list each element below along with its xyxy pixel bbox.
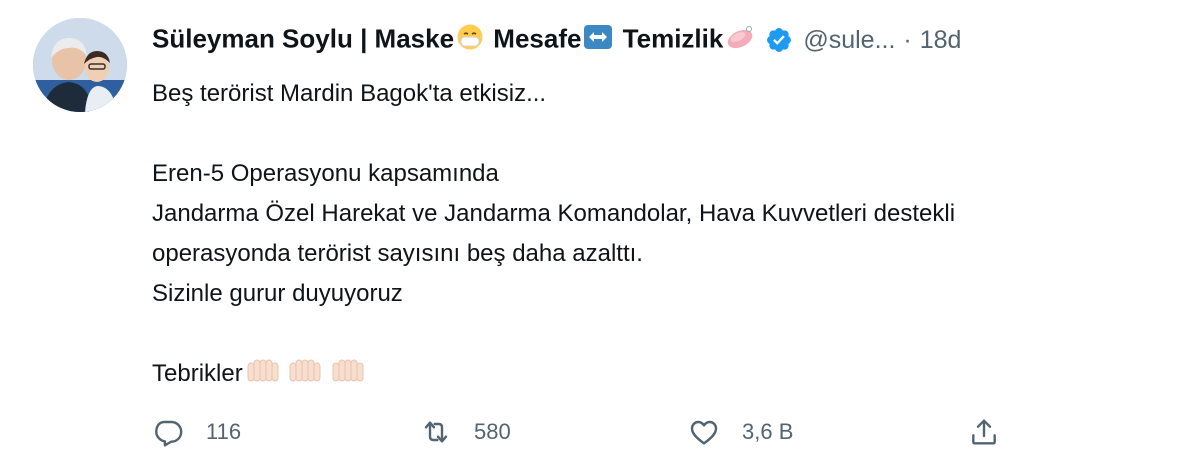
tweet-text: Beş terörist Mardin Bagok'ta etkisiz... … <box>152 74 1152 394</box>
retweet-button[interactable]: 580 <box>420 410 511 454</box>
heart-icon <box>690 420 718 445</box>
left-right-arrow-emoji <box>583 23 613 58</box>
reply-button[interactable]: 116 <box>152 410 241 454</box>
user-handle[interactable]: @sule... <box>803 26 895 55</box>
verified-badge-icon <box>765 26 793 54</box>
share-icon <box>972 419 996 445</box>
text-line: Jandarma Özel Harekat ve Jandarma Komand… <box>152 200 956 227</box>
mask-emoji <box>456 23 484 58</box>
text-line: Beş terörist Mardin Bagok'ta etkisiz... <box>152 80 547 107</box>
tweet-actions: 116 580 3,6 B <box>152 410 1012 454</box>
congrats-text: Tebrikler <box>152 360 243 387</box>
separator-dot: · <box>903 25 912 54</box>
text-line: Eren-5 Operasyonu kapsamında <box>152 160 499 187</box>
like-count: 3,6 B <box>742 419 794 444</box>
like-button[interactable]: 3,6 B <box>688 410 793 454</box>
reply-count: 116 <box>206 419 242 444</box>
clapping-hands-icon <box>247 359 279 382</box>
text-line: operasyonda terörist sayısını beş daha a… <box>152 240 643 267</box>
clapping-hands-emoji-group <box>245 357 366 400</box>
soap-emoji <box>725 23 755 58</box>
avatar[interactable] <box>33 18 127 112</box>
display-name[interactable]: Süleyman Soylu | Maske Mesafe Temizlik <box>152 23 757 58</box>
reply-icon <box>155 420 183 447</box>
tweet-timestamp[interactable]: 18d <box>920 26 962 55</box>
clapping-hands-icon <box>289 359 321 382</box>
tweet-header: Süleyman Soylu | Maske Mesafe Temizlik @… <box>152 22 961 58</box>
share-button[interactable] <box>968 410 1000 454</box>
retweet-count: 580 <box>474 419 511 444</box>
clapping-hands-icon <box>332 359 364 382</box>
text-line-last: Tebrikler <box>152 354 1152 394</box>
text-line: Sizinle gurur duyuyoruz <box>152 280 403 307</box>
tweet-card[interactable]: Süleyman Soylu | Maske Mesafe Temizlik @… <box>0 0 1200 467</box>
retweet-icon <box>424 421 448 443</box>
